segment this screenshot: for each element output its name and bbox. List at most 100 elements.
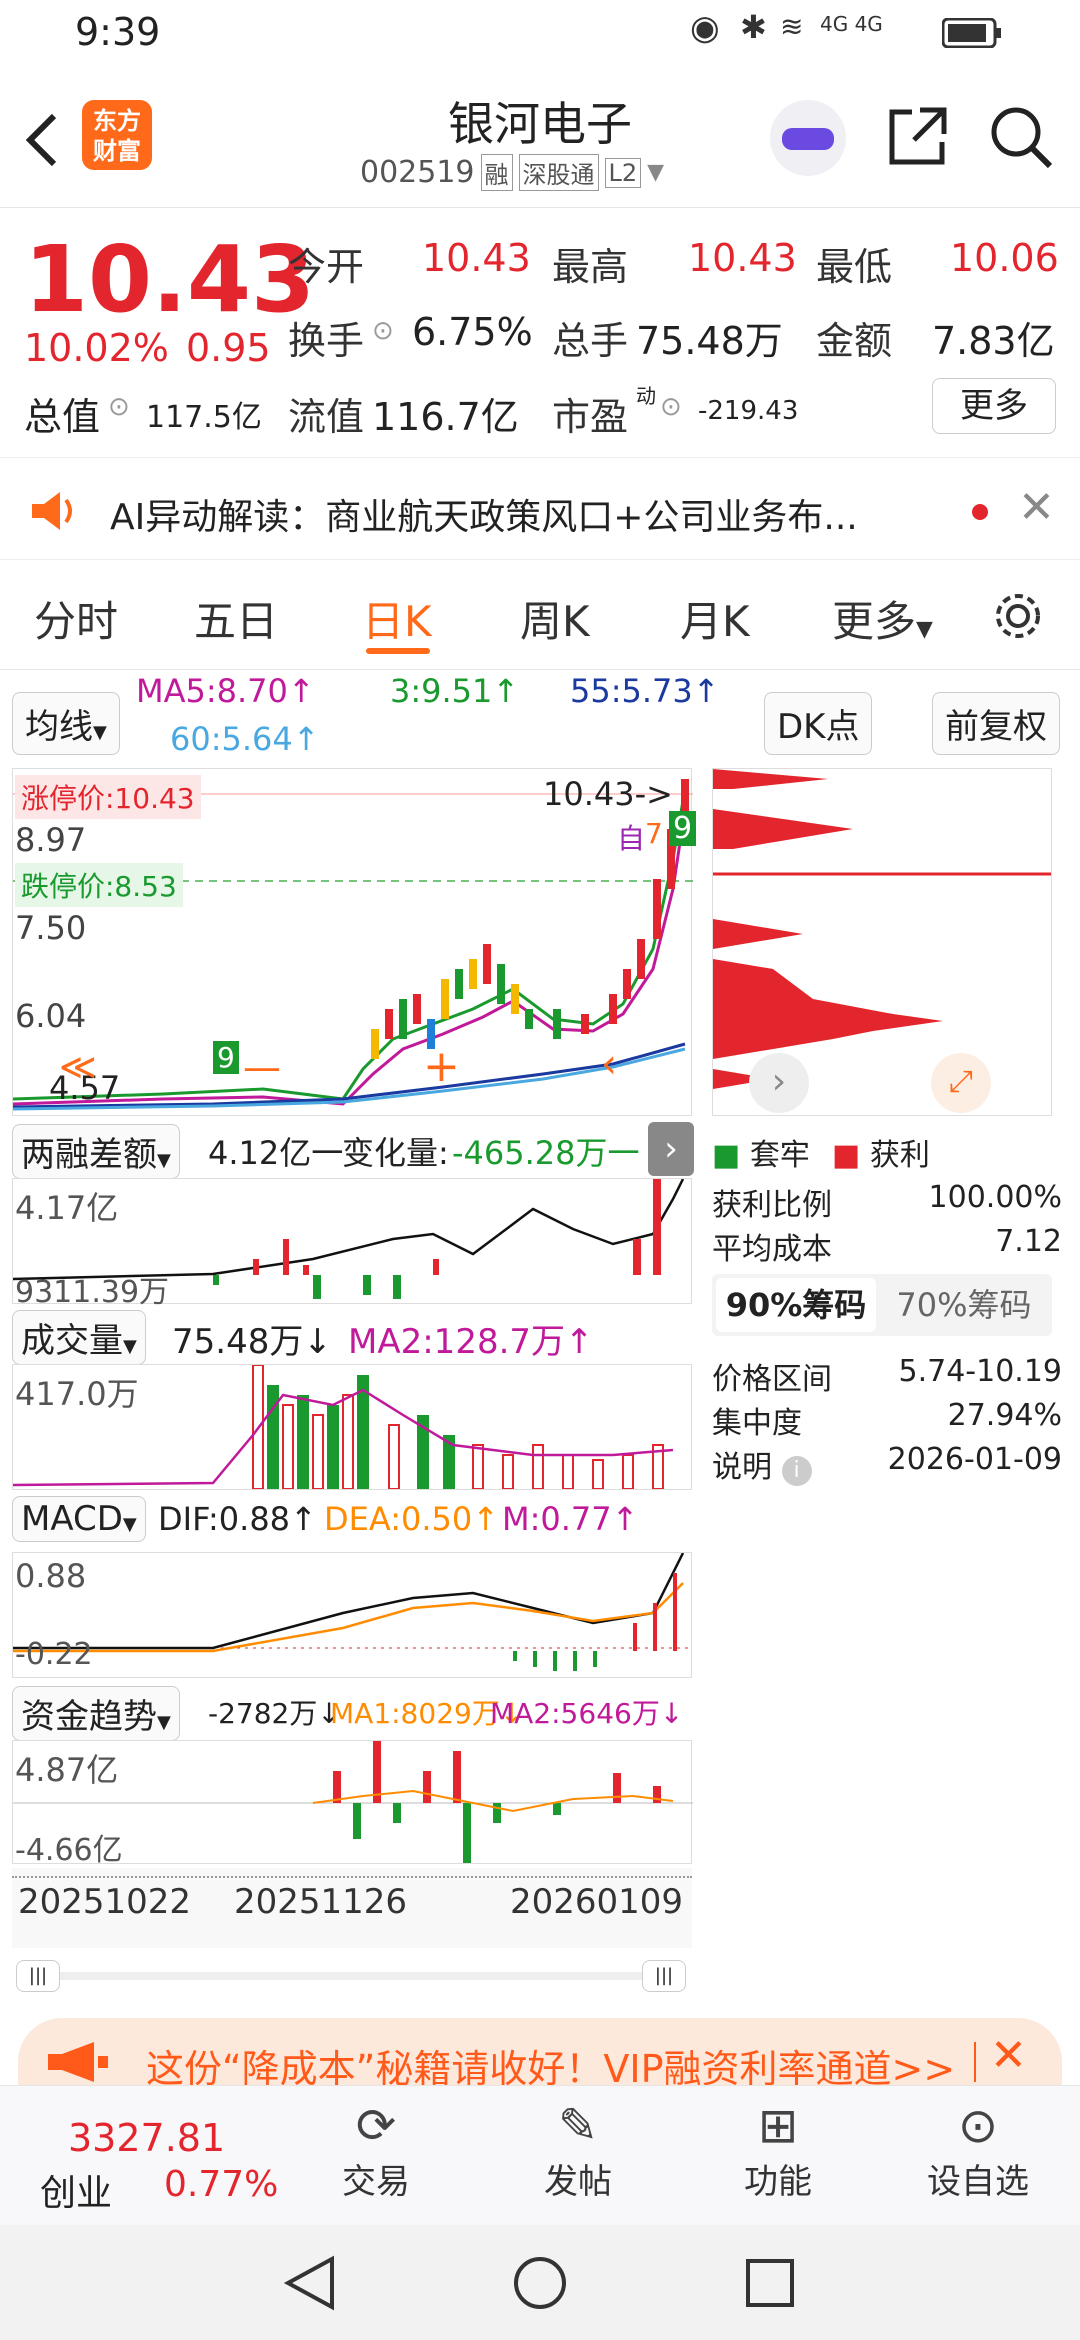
macd-select[interactable]: MACD▼ [12,1496,146,1542]
chip-distribution-chart[interactable]: › ⤢ [712,768,1052,1116]
ai-banner-text: AI异动解读：商业航天政策风口+公司业务布... [110,497,858,538]
search-icon[interactable] [988,104,1054,170]
tab-daily-k[interactable]: 日K [362,588,432,649]
tab-five-day[interactable]: 五日 [194,588,278,649]
open-label: 今开 [288,245,365,289]
status-eye-icon: ◉ [690,8,720,48]
stock-code-row[interactable]: 002519 融 深股通 L2 ▼ [360,154,664,191]
tab-monthly-k[interactable]: 月K [680,588,750,649]
expand-right-icon[interactable]: › [648,1122,694,1176]
back-arrow-icon[interactable] [22,110,62,170]
fund-axis-top: 4.87亿 [15,1751,119,1789]
double-left-icon[interactable]: ≪ [59,1047,97,1088]
info-dots-icon: ⊙ [660,392,682,422]
tab-more[interactable]: 更多▼ [832,588,933,649]
close-icon[interactable]: ✕ [990,2030,1027,2081]
app-logo[interactable]: 东方 财富 [82,100,152,170]
status-bar: 9:39 ◉ ✱ ≋ 4G 4G [0,0,1080,70]
zoom-out-icon[interactable]: — [243,1045,281,1089]
mktcap-value: 117.5亿 [146,400,262,435]
chevron-down-icon: ▼ [157,1712,171,1733]
index-ticker[interactable]: 3327.81 创业 0.77% [0,2086,300,2224]
nav-add-watchlist[interactable]: ⊙ 设自选 [908,2098,1048,2203]
nav-trade-label: 交易 [342,2162,410,2202]
expand-icon[interactable]: ⤢ [931,1053,991,1113]
note-row[interactable]: 说明 i [712,1442,812,1486]
info-dots-icon: ⊙ [372,316,394,346]
scroll-left-icon[interactable]: ‹ [601,1041,617,1087]
profit-ratio-value: 100.00% [928,1180,1062,1215]
macd-axis-top: 0.88 [15,1557,87,1595]
scroll-handle-left[interactable]: ||| [16,1960,60,1992]
date-end: 20260109 [510,1882,684,1922]
last-price: 10.43 [24,226,316,333]
edit-icon: ✎ [557,2098,599,2154]
bluetooth-icon: ✱ [740,8,767,46]
kline-chart[interactable]: 涨停价:10.43 8.97 跌停价:8.53 7.50 6.04 4.57 1… [12,768,697,1116]
legend-profit-label: 获利 [869,1138,930,1173]
turnover-label: 换手 [288,319,365,363]
tab-weekly-k[interactable]: 周K [520,588,590,649]
volume-select[interactable]: 成交量▼ [12,1310,146,1365]
share-icon[interactable] [884,104,950,170]
adjust-button[interactable]: 前复权 [932,692,1060,755]
margin-chart[interactable]: 4.17亿 9311.39万 [12,1178,692,1310]
macd-dif: DIF:0.88↑ [158,1500,317,1538]
left-badge-9: 9 [213,1041,239,1074]
date-start: 20251022 [18,1882,192,1922]
nav-functions[interactable]: ⊞ 功能 [708,2098,848,2203]
volume-chart[interactable]: 417.0万 [12,1364,692,1490]
pe-sup: 动 [636,384,656,408]
close-icon[interactable]: ✕ [1018,482,1055,533]
avg-cost-value: 7.12 [995,1224,1062,1259]
limit-down-label: 跌停价:8.53 [15,863,183,907]
tab-more-label: 更多 [832,597,917,646]
fund-select[interactable]: 资金趋势▼ [12,1686,180,1741]
tab-chip-90[interactable]: 90%筹码 [716,1278,876,1332]
profit-ratio-label: 获利比例 [712,1188,832,1223]
chip-next-icon[interactable]: › [749,1053,809,1113]
grid-icon: ⊞ [757,2098,799,2154]
tag-margin: 融 [480,154,513,191]
margin-select[interactable]: 两融差额▼ [12,1124,180,1179]
chip-tab-group: 90%筹码 70%筹码 [712,1274,1052,1336]
mktcap-label: 总值 [24,395,101,439]
date-mid: 20251126 [234,1882,408,1922]
tag-l2: L2 [604,157,642,188]
chart-scrollbar[interactable]: ||| ||| [16,1958,688,1994]
fund-chart[interactable]: 4.87亿 -4.66亿 [12,1740,693,1868]
square-red-icon: ■ [832,1138,861,1173]
more-button[interactable]: 更多 [932,378,1056,434]
fund-ma2: MA2:5646万↓ [490,1697,684,1730]
nav-post[interactable]: ✎ 发帖 [508,2098,648,2203]
tab-chip-70[interactable]: 70%筹码 [884,1278,1044,1332]
system-home-icon[interactable] [512,2255,568,2311]
chevron-down-icon: ▼ [123,1336,137,1357]
quote-panel: 10.43 10.02% 0.95 今开 10.43 最高 10.43 最低 1… [0,208,1080,458]
ma-select[interactable]: 均线▼ [12,692,120,755]
battery-icon [942,18,1001,48]
ai-banner[interactable]: AI异动解读：商业航天政策风口+公司业务布... ✕ [0,460,1080,560]
float-label: 流值 [288,395,365,439]
system-recents-icon[interactable] [742,2255,798,2311]
amount-label: 金额 [816,319,893,363]
macd-dea: DEA:0.50↑ [324,1500,500,1538]
system-back-icon[interactable] [282,2255,338,2311]
margin-change-value: -465.28万一 [452,1134,640,1172]
stock-header: 东方 财富 银河电子 002519 融 深股通 L2 ▼ [0,70,1080,208]
macd-chart[interactable]: 0.88 -0.22 [12,1552,693,1678]
crosshair-plus-icon[interactable]: + [423,1041,460,1092]
dk-point-button[interactable]: DK点 [764,692,873,755]
tab-minute[interactable]: 分时 [34,588,118,649]
robot-avatar-icon[interactable] [770,100,846,176]
active-tab-indicator [366,648,430,654]
ma3-value: 3:9.51↑ [390,672,520,710]
scroll-handle-right[interactable]: ||| [642,1960,686,1992]
volume-axis-top: 417.0万 [15,1375,139,1413]
concentration-label: 集中度 [712,1406,802,1441]
high-label: 最高 [552,245,629,289]
price-range-value: 5.74-10.19 [898,1354,1062,1389]
gear-icon[interactable] [990,588,1046,644]
note-date: 2026-01-09 [887,1442,1062,1477]
nav-trade[interactable]: ⟳ 交易 [306,2098,446,2203]
